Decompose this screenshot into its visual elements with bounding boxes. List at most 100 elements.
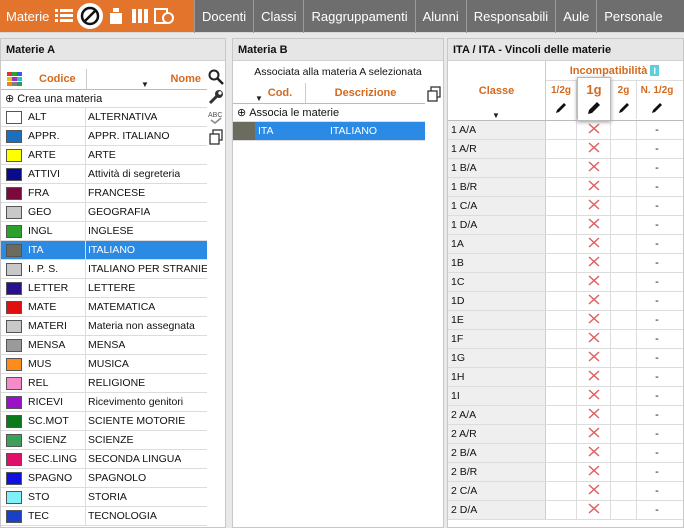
cell-half-day[interactable] bbox=[546, 140, 577, 158]
cell-half-day[interactable] bbox=[546, 159, 577, 177]
list-icon[interactable] bbox=[53, 5, 75, 27]
associated-subject-row[interactable]: ITA ITALIANO bbox=[233, 122, 425, 141]
class-row[interactable]: 1C - bbox=[448, 273, 683, 292]
class-row[interactable]: 2 A/A - bbox=[448, 406, 683, 425]
tab-responsabili[interactable]: Responsabili bbox=[465, 0, 555, 33]
cell-one-day[interactable] bbox=[577, 140, 611, 158]
cell-two-days[interactable] bbox=[611, 444, 637, 462]
cell-half-day[interactable] bbox=[546, 425, 577, 443]
cell-two-days[interactable] bbox=[611, 197, 637, 215]
cell-half-day[interactable] bbox=[546, 311, 577, 329]
pencil-icon[interactable] bbox=[650, 101, 664, 115]
subject-row[interactable]: APPR. APPR. ITALIANO bbox=[1, 127, 207, 146]
color-palette-icon[interactable] bbox=[1, 69, 29, 89]
cell-half-day[interactable] bbox=[546, 406, 577, 424]
info-icon[interactable]: I bbox=[650, 65, 660, 76]
class-row[interactable]: 1 B/A - bbox=[448, 159, 683, 178]
class-row[interactable]: 1F - bbox=[448, 330, 683, 349]
calendar-clock-icon[interactable] bbox=[153, 5, 175, 27]
cell-two-days[interactable] bbox=[611, 292, 637, 310]
forbidden-icon[interactable] bbox=[77, 3, 104, 29]
cell-one-day[interactable] bbox=[577, 159, 611, 177]
cell-two-days[interactable] bbox=[611, 216, 637, 234]
create-subject-row[interactable]: ⊕ Crea una materia bbox=[1, 90, 207, 108]
cell-n-half-day[interactable]: - bbox=[637, 444, 677, 462]
cell-one-day[interactable] bbox=[577, 292, 611, 310]
cell-n-half-day[interactable]: - bbox=[637, 330, 677, 348]
col-one-day[interactable]: 1g bbox=[577, 77, 611, 121]
cell-two-days[interactable] bbox=[611, 121, 637, 139]
cell-half-day[interactable] bbox=[546, 368, 577, 386]
cell-half-day[interactable] bbox=[546, 254, 577, 272]
cell-n-half-day[interactable]: - bbox=[637, 159, 677, 177]
cell-n-half-day[interactable]: - bbox=[637, 387, 677, 405]
cell-one-day[interactable] bbox=[577, 463, 611, 481]
cell-two-days[interactable] bbox=[611, 387, 637, 405]
cell-two-days[interactable] bbox=[611, 140, 637, 158]
cell-one-day[interactable] bbox=[577, 254, 611, 272]
tab-personale[interactable]: Personale bbox=[596, 0, 670, 33]
associate-subjects-row[interactable]: ⊕ Associa le materie bbox=[233, 104, 425, 122]
class-row[interactable]: 1G - bbox=[448, 349, 683, 368]
cell-half-day[interactable] bbox=[546, 235, 577, 253]
subject-row[interactable]: LETTER LETTERE bbox=[1, 279, 207, 298]
cell-one-day[interactable] bbox=[577, 121, 611, 139]
cell-n-half-day[interactable]: - bbox=[637, 140, 677, 158]
cell-one-day[interactable] bbox=[577, 216, 611, 234]
subject-row[interactable]: FRA FRANCESE bbox=[1, 184, 207, 203]
subject-row[interactable]: TEC TECNOLOGIA bbox=[1, 507, 207, 526]
cell-one-day[interactable] bbox=[577, 349, 611, 367]
cell-two-days[interactable] bbox=[611, 482, 637, 500]
cell-one-day[interactable] bbox=[577, 178, 611, 196]
tab-raggruppamenti[interactable]: Raggruppamenti bbox=[303, 0, 414, 33]
tab-docenti[interactable]: Docenti bbox=[194, 0, 253, 33]
cell-half-day[interactable] bbox=[546, 501, 577, 519]
class-row[interactable]: 1H - bbox=[448, 368, 683, 387]
class-row[interactable]: 1 B/R - bbox=[448, 178, 683, 197]
pencil-icon[interactable] bbox=[586, 100, 602, 116]
cell-n-half-day[interactable]: - bbox=[637, 178, 677, 196]
pencil-icon[interactable] bbox=[554, 101, 568, 115]
subject-row[interactable]: SPAGNO SPAGNOLO bbox=[1, 469, 207, 488]
cell-one-day[interactable] bbox=[577, 501, 611, 519]
subject-row[interactable]: RICEVI Ricevimento genitori bbox=[1, 393, 207, 412]
cell-n-half-day[interactable]: - bbox=[637, 501, 677, 519]
subject-row[interactable]: REL RELIGIONE bbox=[1, 374, 207, 393]
class-row[interactable]: 1D - bbox=[448, 292, 683, 311]
cell-half-day[interactable] bbox=[546, 330, 577, 348]
cell-two-days[interactable] bbox=[611, 349, 637, 367]
subject-row[interactable]: I. P. S. ITALIANO PER STRANIERI bbox=[1, 260, 207, 279]
class-row[interactable]: 1E - bbox=[448, 311, 683, 330]
subject-row[interactable]: MATERI Materia non assegnata bbox=[1, 317, 207, 336]
wrench-icon[interactable] bbox=[208, 89, 224, 105]
subject-row[interactable]: ALT ALTERNATIVA bbox=[1, 108, 207, 127]
cell-one-day[interactable] bbox=[577, 444, 611, 462]
abc-spellcheck-icon[interactable]: ABC bbox=[208, 109, 224, 125]
cell-two-days[interactable] bbox=[611, 425, 637, 443]
cell-two-days[interactable] bbox=[611, 330, 637, 348]
cell-n-half-day[interactable]: - bbox=[637, 349, 677, 367]
subject-row[interactable]: ARTE ARTE bbox=[1, 146, 207, 165]
cell-two-days[interactable] bbox=[611, 501, 637, 519]
cell-n-half-day[interactable]: - bbox=[637, 482, 677, 500]
tab-classi[interactable]: Classi bbox=[253, 0, 303, 33]
subject-row[interactable]: SEC.LING SECONDA LINGUA bbox=[1, 450, 207, 469]
copy-icon[interactable] bbox=[426, 86, 442, 105]
cell-n-half-day[interactable]: - bbox=[637, 273, 677, 291]
cell-half-day[interactable] bbox=[546, 292, 577, 310]
subject-row[interactable]: SCIENZ SCIENZE bbox=[1, 431, 207, 450]
cell-n-half-day[interactable]: - bbox=[637, 292, 677, 310]
cell-two-days[interactable] bbox=[611, 159, 637, 177]
class-row[interactable]: 1I - bbox=[448, 387, 683, 406]
cell-one-day[interactable] bbox=[577, 482, 611, 500]
cell-n-half-day[interactable]: - bbox=[637, 368, 677, 386]
class-row[interactable]: 1A - bbox=[448, 235, 683, 254]
cell-half-day[interactable] bbox=[546, 444, 577, 462]
class-row[interactable]: 2 C/A - bbox=[448, 482, 683, 501]
cell-two-days[interactable] bbox=[611, 368, 637, 386]
cell-one-day[interactable] bbox=[577, 197, 611, 215]
class-row[interactable]: 1 D/A - bbox=[448, 216, 683, 235]
subject-row[interactable]: STO STORIA bbox=[1, 488, 207, 507]
class-row[interactable]: 2 B/R - bbox=[448, 463, 683, 482]
cell-n-half-day[interactable]: - bbox=[637, 216, 677, 234]
